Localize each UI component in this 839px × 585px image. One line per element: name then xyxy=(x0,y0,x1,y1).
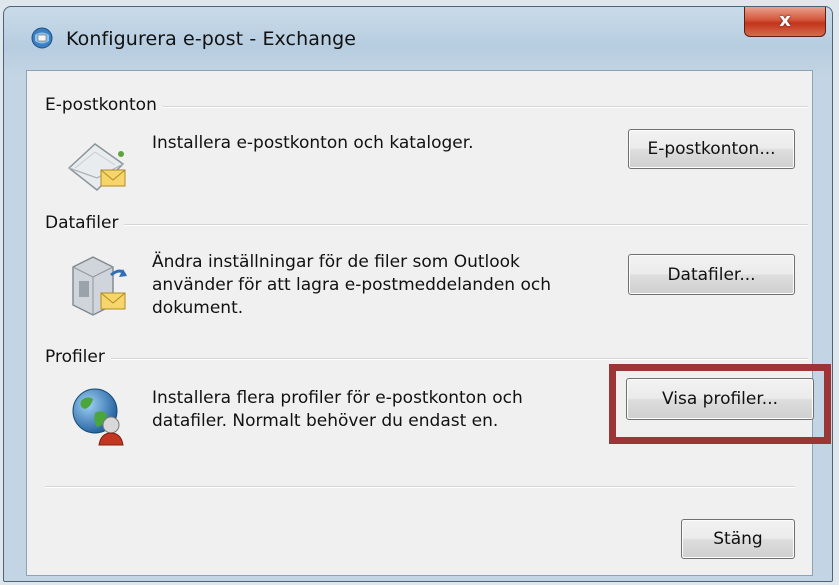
mail-app-icon xyxy=(31,27,53,49)
description-line: använder för att lagra e-postmeddelanden… xyxy=(152,275,551,295)
description-line: datafiler. Normalt behöver du endast en. xyxy=(152,411,499,431)
dialog-client-area: E-postkonton Installera e-postkonton och… xyxy=(26,70,831,576)
data-files-button[interactable]: Datafiler... xyxy=(628,254,795,295)
profiles-description: Installera flera profiler för e-postkont… xyxy=(152,387,523,433)
email-accounts-button[interactable]: E-postkonton... xyxy=(628,129,795,169)
data-files-icon xyxy=(72,256,127,316)
description-line: Installera flera profiler för e-postkont… xyxy=(152,388,523,408)
footer-divider xyxy=(45,486,795,488)
section-divider xyxy=(45,224,808,226)
window-title: Konfigurera e-post - Exchange xyxy=(66,28,357,50)
section-heading-data-files: Datafiler xyxy=(45,213,125,233)
email-accounts-description: Installera e-postkonton och kataloger. xyxy=(152,133,474,153)
section-divider xyxy=(45,358,808,360)
section-heading-email-accounts: E-postkonton xyxy=(45,95,163,115)
email-accounts-icon xyxy=(67,143,126,192)
title-bar[interactable]: Konfigurera e-post - Exchange x xyxy=(4,7,832,69)
show-profiles-button[interactable]: Visa profiler... xyxy=(626,378,814,420)
close-icon: x xyxy=(779,10,791,31)
description-line: Ändra inställningar för de filer som Out… xyxy=(152,252,520,272)
mail-setup-dialog: Konfigurera e-post - Exchange x E-postko… xyxy=(3,6,833,582)
close-window-button[interactable]: x xyxy=(744,7,826,37)
data-files-description: Ändra inställningar för de filer som Out… xyxy=(152,251,551,320)
profiles-globe-icon xyxy=(72,388,124,446)
section-heading-profiles: Profiler xyxy=(45,347,111,367)
close-button[interactable]: Stäng xyxy=(681,519,795,559)
description-line: dokument. xyxy=(152,298,244,318)
